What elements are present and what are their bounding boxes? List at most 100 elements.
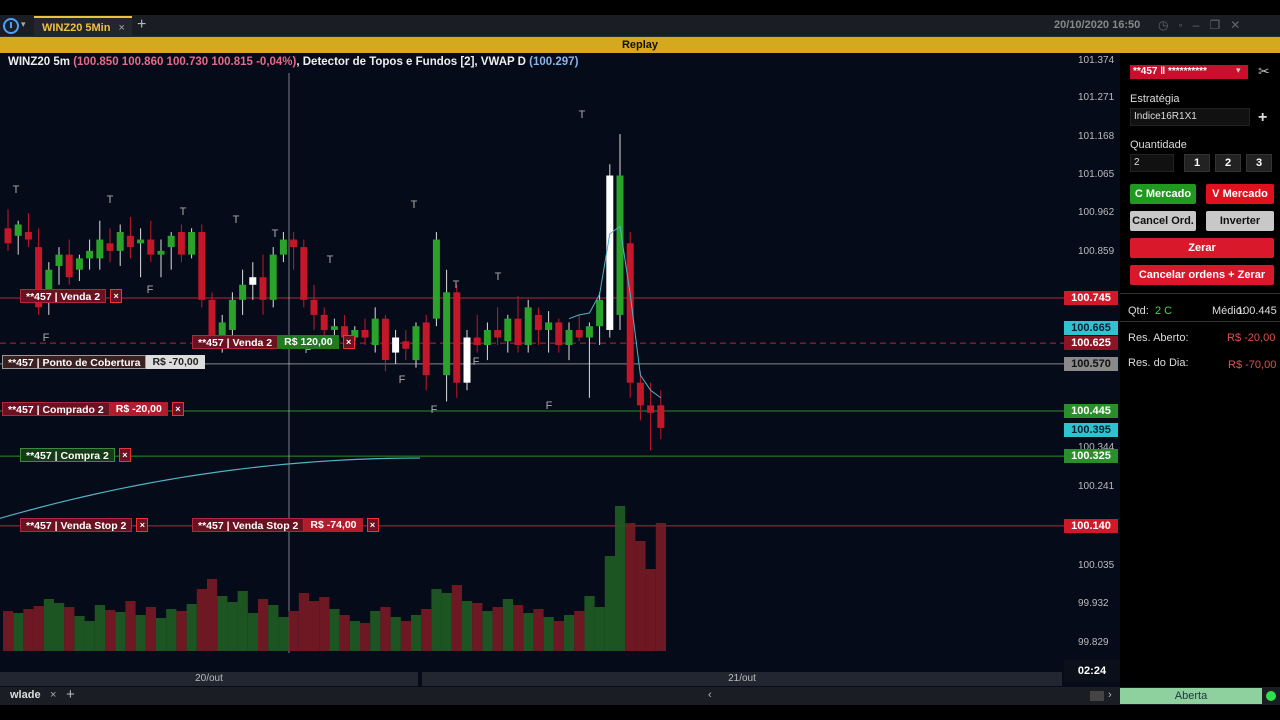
- chart-area[interactable]: TTTTTTTTTTFFFFFFF WINZ20 5m (100.850 100…: [0, 53, 1120, 687]
- maximize-icon[interactable]: ❐: [1209, 18, 1220, 32]
- strategy-select[interactable]: Indice16R1X1: [1130, 108, 1250, 126]
- candle-body: [361, 329, 369, 338]
- order-venda-stop-2-pl[interactable]: **457 | Venda Stop 2 R$ -74,00 ×: [192, 518, 379, 532]
- minimize-icon[interactable]: –: [1193, 18, 1200, 32]
- candle-body: [188, 232, 196, 255]
- close-icon[interactable]: ×: [366, 518, 379, 532]
- clock-icon[interactable]: [3, 18, 19, 34]
- scroll-left-icon[interactable]: ‹: [708, 689, 712, 701]
- top-marker: T: [579, 109, 586, 121]
- close-icon[interactable]: ×: [171, 402, 184, 416]
- price-tag: 100.625: [1064, 336, 1118, 351]
- candle-body: [65, 254, 73, 278]
- quantity-stepper[interactable]: 2: [1130, 154, 1174, 172]
- candle-body: [636, 382, 644, 406]
- candle-body: [106, 243, 114, 251]
- volume-bar: [441, 593, 452, 651]
- pin-icon[interactable]: ◦: [1178, 18, 1182, 32]
- volume-bar: [421, 609, 432, 651]
- qty-preset-2[interactable]: 2: [1215, 154, 1241, 172]
- cancel-and-zero-button[interactable]: Cancelar ordens + Zerar: [1130, 265, 1274, 285]
- price-chart[interactable]: TTTTTTTTTTFFFFFFF: [0, 53, 1120, 687]
- order-comprado-2[interactable]: **457 | Comprado 2 R$ -20,00 ×: [2, 402, 184, 416]
- candle-body: [514, 318, 522, 346]
- order-ponto-cobertura[interactable]: **457 | Ponto de Cobertura R$ -70,00: [2, 355, 205, 369]
- vwap-line: [0, 457, 421, 519]
- invert-button[interactable]: Inverter: [1206, 211, 1274, 231]
- chevron-down-icon[interactable]: ▾: [21, 19, 26, 30]
- scroll-right-icon[interactable]: ›: [1108, 689, 1112, 701]
- volume-bar: [380, 607, 391, 651]
- volume-bar: [543, 617, 554, 651]
- volume-bar: [125, 601, 136, 651]
- volume-bar: [319, 597, 330, 651]
- order-pl: R$ -20,00: [109, 402, 168, 416]
- workspace-tab[interactable]: wlade: [10, 689, 41, 701]
- volume-bar: [258, 599, 269, 651]
- volume-bar: [349, 621, 360, 651]
- candle-body: [647, 405, 655, 413]
- candle-body: [453, 292, 461, 383]
- add-strategy-icon[interactable]: +: [1258, 109, 1267, 127]
- volume-bar: [431, 589, 442, 651]
- cancel-orders-button[interactable]: Cancel Ord.: [1130, 211, 1196, 231]
- tab-winz20-5min[interactable]: WINZ20 5Min ×: [34, 16, 132, 37]
- price-tick: 101.374: [1078, 55, 1115, 66]
- chevron-down-icon[interactable]: ▾: [1236, 65, 1241, 76]
- account-select[interactable]: **457 ‖ **********: [1130, 65, 1248, 79]
- add-workspace-button[interactable]: +: [66, 686, 75, 703]
- candle-body: [269, 254, 277, 300]
- volume-bar: [288, 611, 299, 651]
- close-icon[interactable]: ×: [50, 689, 56, 701]
- candle-body: [75, 258, 83, 270]
- volume-bar: [411, 615, 422, 651]
- close-icon[interactable]: ×: [118, 448, 131, 462]
- close-icon[interactable]: ×: [342, 335, 355, 349]
- order-compra-2[interactable]: **457 | Compra 2 ×: [20, 448, 131, 462]
- candle-body: [290, 239, 298, 248]
- buy-market-button[interactable]: C Mercado: [1130, 184, 1196, 204]
- day-result-label: Res. do Dia:: [1128, 357, 1189, 369]
- price-tag: 100.445: [1064, 403, 1118, 418]
- close-window-icon[interactable]: ✕: [1230, 18, 1240, 32]
- top-marker: T: [272, 228, 279, 240]
- quantity-label: Quantidade: [1130, 139, 1187, 151]
- bottom-marker: F: [43, 332, 50, 344]
- candle-body: [4, 228, 12, 244]
- order-label-name: **457 | Venda 2: [192, 335, 279, 349]
- volume-bar: [84, 621, 95, 651]
- price-tick: 101.168: [1078, 131, 1115, 142]
- price-tick: 100.241: [1078, 481, 1115, 492]
- order-venda-2-filled[interactable]: **457 | Venda 2 R$ 120,00 ×: [192, 335, 355, 349]
- close-icon[interactable]: ×: [118, 22, 124, 34]
- sell-market-button[interactable]: V Mercado: [1206, 184, 1274, 204]
- candle-body: [259, 277, 267, 300]
- candle-body: [534, 314, 542, 330]
- wrench-icon[interactable]: ✂: [1258, 63, 1276, 81]
- volume-bar: [513, 605, 524, 651]
- date-bar-left: 20/out: [0, 672, 418, 686]
- scrollbar-thumb[interactable]: [1090, 691, 1104, 701]
- close-icon[interactable]: ×: [110, 289, 123, 303]
- order-venda-2[interactable]: **457 | Venda 2 ×: [20, 289, 123, 303]
- qty-preset-3[interactable]: 3: [1246, 154, 1272, 172]
- volume-bar: [370, 611, 381, 651]
- qtd-value: 2 C: [1155, 305, 1173, 317]
- candle-body: [504, 318, 512, 342]
- order-venda-stop-2[interactable]: **457 | Venda Stop 2 ×: [20, 518, 149, 532]
- add-tab-button[interactable]: +: [137, 16, 146, 34]
- candle-body: [524, 307, 532, 346]
- settings-icon[interactable]: ◷: [1158, 18, 1168, 32]
- zero-position-button[interactable]: Zerar: [1130, 238, 1274, 258]
- qty-preset-1[interactable]: 1: [1184, 154, 1210, 172]
- order-pl: R$ 120,00: [278, 335, 339, 349]
- close-icon[interactable]: ×: [136, 518, 149, 532]
- candle-body: [24, 232, 32, 240]
- volume-bar: [594, 607, 605, 651]
- window-controls: ◷ ◦ – ❐ ✕: [1158, 18, 1240, 32]
- candle-body: [555, 322, 563, 346]
- divider: [1120, 321, 1280, 322]
- average-line: [568, 225, 662, 399]
- volume-bar: [462, 601, 473, 651]
- candle-body: [402, 341, 410, 349]
